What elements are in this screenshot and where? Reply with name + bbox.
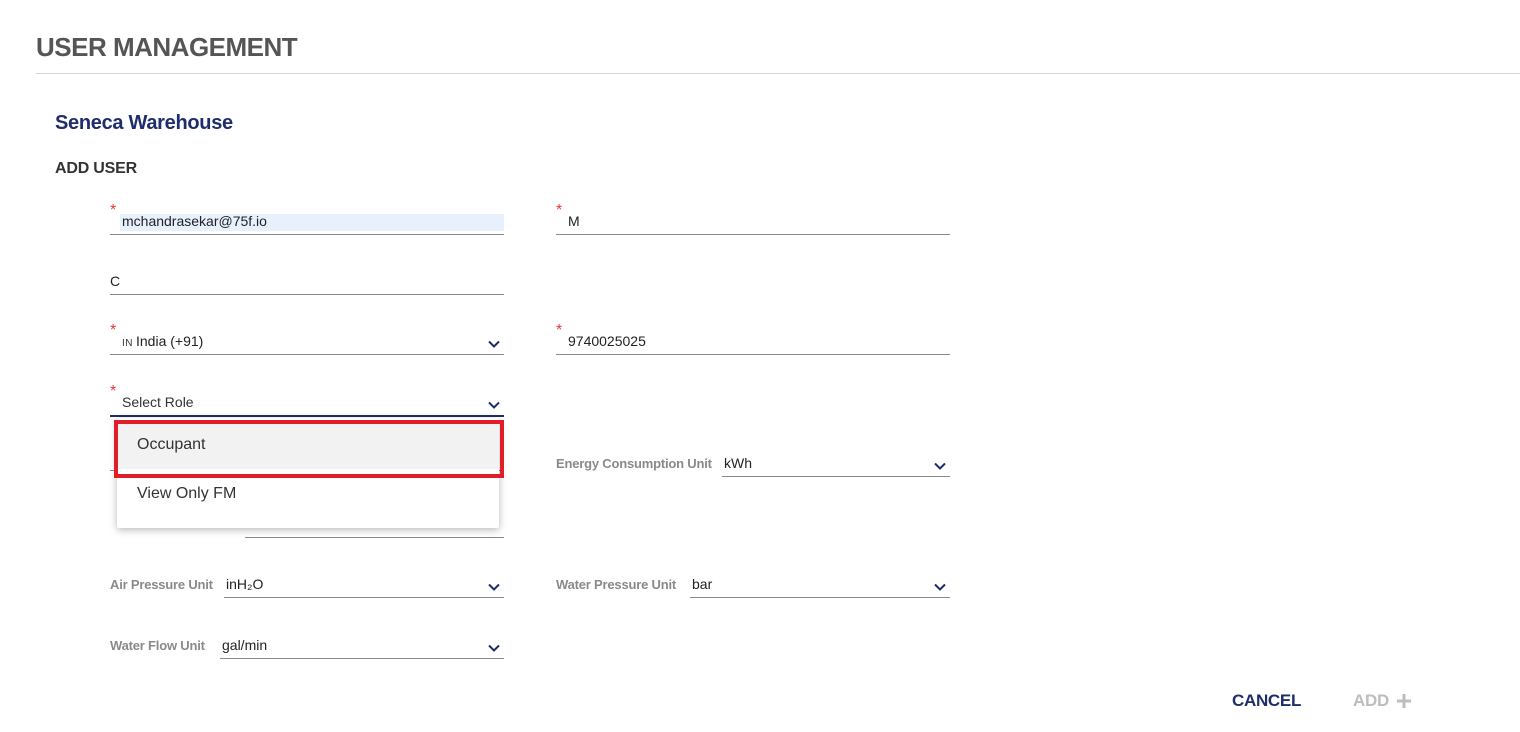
water-pressure-unit-value: bar (692, 576, 713, 592)
role-option-occupant[interactable]: Occupant (117, 421, 499, 469)
chevron-down-icon[interactable] (933, 459, 947, 473)
chevron-down-icon[interactable] (487, 641, 501, 655)
hidden-field-underline (245, 537, 504, 538)
email-field[interactable]: * mchandrasekar@75f.io (110, 203, 504, 235)
role-select[interactable]: * Select Role (110, 384, 504, 417)
role-option-label: View Only FM (137, 485, 237, 502)
role-option-view-only-fm[interactable]: View Only FM (117, 470, 499, 518)
first-name-value: M (568, 213, 580, 229)
country-label: India (+91) (136, 333, 204, 349)
add-button[interactable]: ADD (1353, 691, 1412, 711)
title-divider (36, 73, 1520, 74)
chevron-down-icon[interactable] (933, 580, 947, 594)
phone-value: 9740025025 (568, 333, 646, 349)
required-marker: * (556, 322, 563, 339)
required-marker: * (110, 202, 117, 219)
cancel-button[interactable]: CANCEL (1232, 691, 1301, 711)
water-pressure-unit-select[interactable]: bar (690, 575, 950, 598)
first-name-field[interactable]: * M (556, 203, 950, 235)
section-title: ADD USER (55, 160, 137, 177)
required-marker: * (110, 322, 117, 339)
air-pressure-unit-select[interactable]: inH₂O (224, 575, 504, 598)
plus-icon (1396, 694, 1411, 708)
water-pressure-unit-label: Water Pressure Unit (556, 577, 676, 592)
role-placeholder: Select Role (122, 394, 194, 410)
country-flag-code: IN (122, 338, 133, 349)
energy-unit-value: kWh (724, 455, 752, 471)
last-name-field[interactable]: C (110, 270, 504, 295)
air-pressure-unit-label: Air Pressure Unit (110, 577, 213, 592)
add-button-label: ADD (1353, 691, 1389, 710)
last-name-value: C (110, 273, 121, 289)
chevron-down-icon[interactable] (487, 337, 501, 351)
country-select[interactable]: * IN India (+91) (110, 323, 504, 355)
role-option-label: Occupant (137, 436, 206, 453)
email-value: mchandrasekar@75f.io (122, 213, 267, 229)
energy-unit-select[interactable]: kWh (722, 454, 950, 477)
water-flow-unit-label: Water Flow Unit (110, 638, 205, 653)
chevron-down-icon[interactable] (487, 398, 501, 412)
chevron-down-icon[interactable] (487, 580, 501, 594)
water-flow-unit-select[interactable]: gal/min (220, 636, 504, 659)
required-marker: * (110, 383, 117, 400)
air-pressure-unit-value: inH₂O (226, 576, 264, 592)
page-title: USER MANAGEMENT (36, 32, 298, 62)
water-flow-unit-value: gal/min (222, 637, 268, 653)
phone-field[interactable]: * 9740025025 (556, 323, 950, 355)
country-value: IN India (+91) (122, 333, 203, 349)
building-name: Seneca Warehouse (55, 112, 233, 134)
energy-unit-label: Energy Consumption Unit (556, 456, 712, 471)
required-marker: * (556, 202, 563, 219)
role-dropdown-menu: Occupant View Only FM (117, 418, 499, 528)
